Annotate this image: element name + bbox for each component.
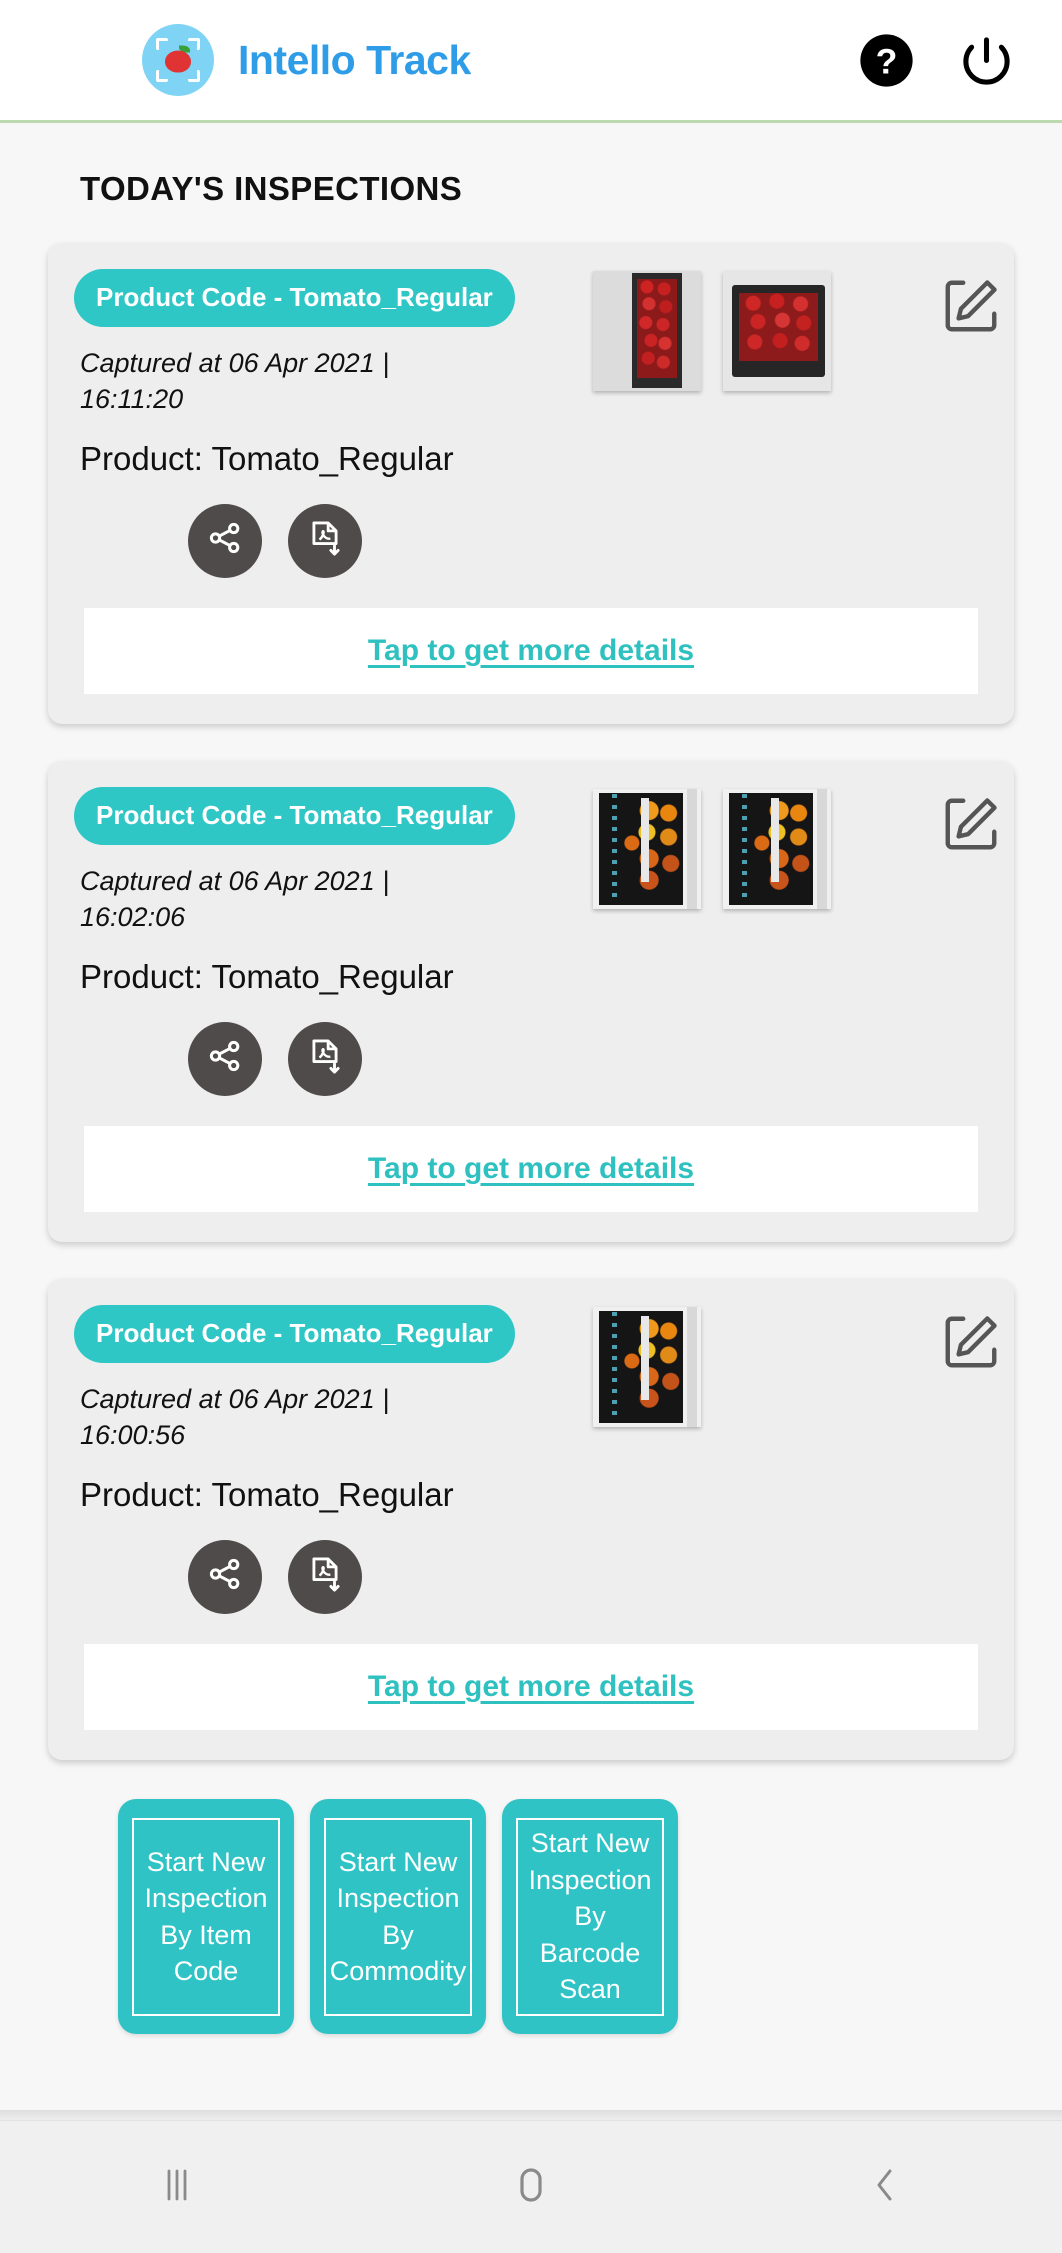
inspection-card[interactable]: Product Code - Tomato_Regular Captured a… <box>48 760 1014 1242</box>
app-screen: Intello Track ? TODAY'S INSPECTIONS Prod… <box>0 0 1062 2253</box>
start-inspection-by-barcode-scan-label: Start New Inspection By Barcode Scan <box>516 1817 664 2016</box>
start-inspection-by-item-code-button[interactable]: Start New Inspection By Item Code <box>118 1799 294 2034</box>
app-title: Intello Track <box>238 36 471 83</box>
inspection-card[interactable]: Product Code - Tomato_Regular Captured a… <box>48 1278 1014 1760</box>
start-inspection-by-commodity-button[interactable]: Start New Inspection By Commodity <box>310 1799 486 2034</box>
share-icon <box>206 519 244 562</box>
inspection-thumbnail[interactable] <box>593 1306 701 1427</box>
scroll-edge <box>0 2110 1062 2120</box>
product-name: Product: Tomato_Regular <box>80 1475 454 1513</box>
captured-timestamp: Captured at 06 Apr 2021 | 16:02:06 <box>80 865 390 933</box>
page-title: TODAY'S INSPECTIONS <box>80 170 463 207</box>
share-icon <box>206 1037 244 1080</box>
inspection-thumbnail[interactable] <box>723 788 831 909</box>
details-link[interactable]: Tap to get more details <box>368 1670 694 1704</box>
details-bar[interactable]: Tap to get more details <box>84 607 978 694</box>
pdf-download-icon <box>306 1555 344 1598</box>
download-pdf-button[interactable] <box>288 503 362 578</box>
home-button[interactable] <box>471 2161 591 2214</box>
share-button[interactable] <box>188 1539 262 1614</box>
help-circle-icon[interactable]: ? <box>858 32 915 89</box>
brand: Intello Track <box>142 24 471 96</box>
details-bar[interactable]: Tap to get more details <box>84 1643 978 1730</box>
home-icon <box>507 2161 555 2214</box>
power-icon[interactable] <box>959 33 1014 88</box>
share-icon <box>206 1555 244 1598</box>
captured-timestamp: Captured at 06 Apr 2021 | 16:00:56 <box>80 1383 390 1451</box>
card-actions <box>188 503 1014 578</box>
inspection-thumbnail[interactable] <box>593 271 701 391</box>
inspection-list: Product Code - Tomato_Regular Captured a… <box>0 243 1062 1760</box>
product-name: Product: Tomato_Regular <box>80 439 454 477</box>
details-link[interactable]: Tap to get more details <box>368 1152 694 1186</box>
thumbnail-strip <box>593 271 831 391</box>
product-code-badge: Product Code - Tomato_Regular <box>74 269 515 327</box>
thumbnail-strip <box>593 1306 701 1427</box>
inspection-thumbnail[interactable] <box>593 788 701 909</box>
svg-text:?: ? <box>876 41 898 81</box>
captured-timestamp: Captured at 06 Apr 2021 | 16:11:20 <box>80 348 390 415</box>
back-button[interactable] <box>825 2161 945 2214</box>
thumbnail-strip <box>593 788 831 909</box>
recents-icon <box>153 2161 201 2214</box>
download-pdf-button[interactable] <box>288 1539 362 1614</box>
details-bar[interactable]: Tap to get more details <box>84 1125 978 1212</box>
inspection-thumbnail[interactable] <box>723 271 831 391</box>
app-bar: Intello Track ? <box>0 0 1062 123</box>
product-code-badge: Product Code - Tomato_Regular <box>74 1304 515 1363</box>
start-inspection-actions: Start New Inspection By Item Code Start … <box>118 1799 678 2034</box>
card-actions <box>188 1539 1014 1614</box>
share-button[interactable] <box>188 1021 262 1096</box>
edit-pencil-icon[interactable] <box>940 275 1002 337</box>
card-actions <box>188 1021 1014 1096</box>
apple-scan-logo-icon <box>142 24 214 96</box>
inspection-card[interactable]: Product Code - Tomato_Regular Captured a… <box>48 243 1014 724</box>
share-button[interactable] <box>188 503 262 578</box>
start-inspection-by-commodity-label: Start New Inspection By Commodity <box>324 1817 472 2016</box>
pdf-download-icon <box>306 519 344 562</box>
pdf-download-icon <box>306 1037 344 1080</box>
download-pdf-button[interactable] <box>288 1021 362 1096</box>
details-link[interactable]: Tap to get more details <box>368 634 694 668</box>
product-code-badge: Product Code - Tomato_Regular <box>74 786 515 845</box>
recents-button[interactable] <box>117 2161 237 2214</box>
edit-pencil-icon[interactable] <box>940 1311 1002 1373</box>
app-bar-actions: ? <box>858 32 1014 89</box>
product-name: Product: Tomato_Regular <box>80 957 454 995</box>
system-navigation-bar <box>0 2120 1062 2253</box>
back-chevron-icon <box>861 2161 909 2214</box>
start-inspection-by-barcode-scan-button[interactable]: Start New Inspection By Barcode Scan <box>502 1799 678 2034</box>
start-inspection-by-item-code-label: Start New Inspection By Item Code <box>132 1817 280 2016</box>
edit-pencil-icon[interactable] <box>940 793 1002 855</box>
